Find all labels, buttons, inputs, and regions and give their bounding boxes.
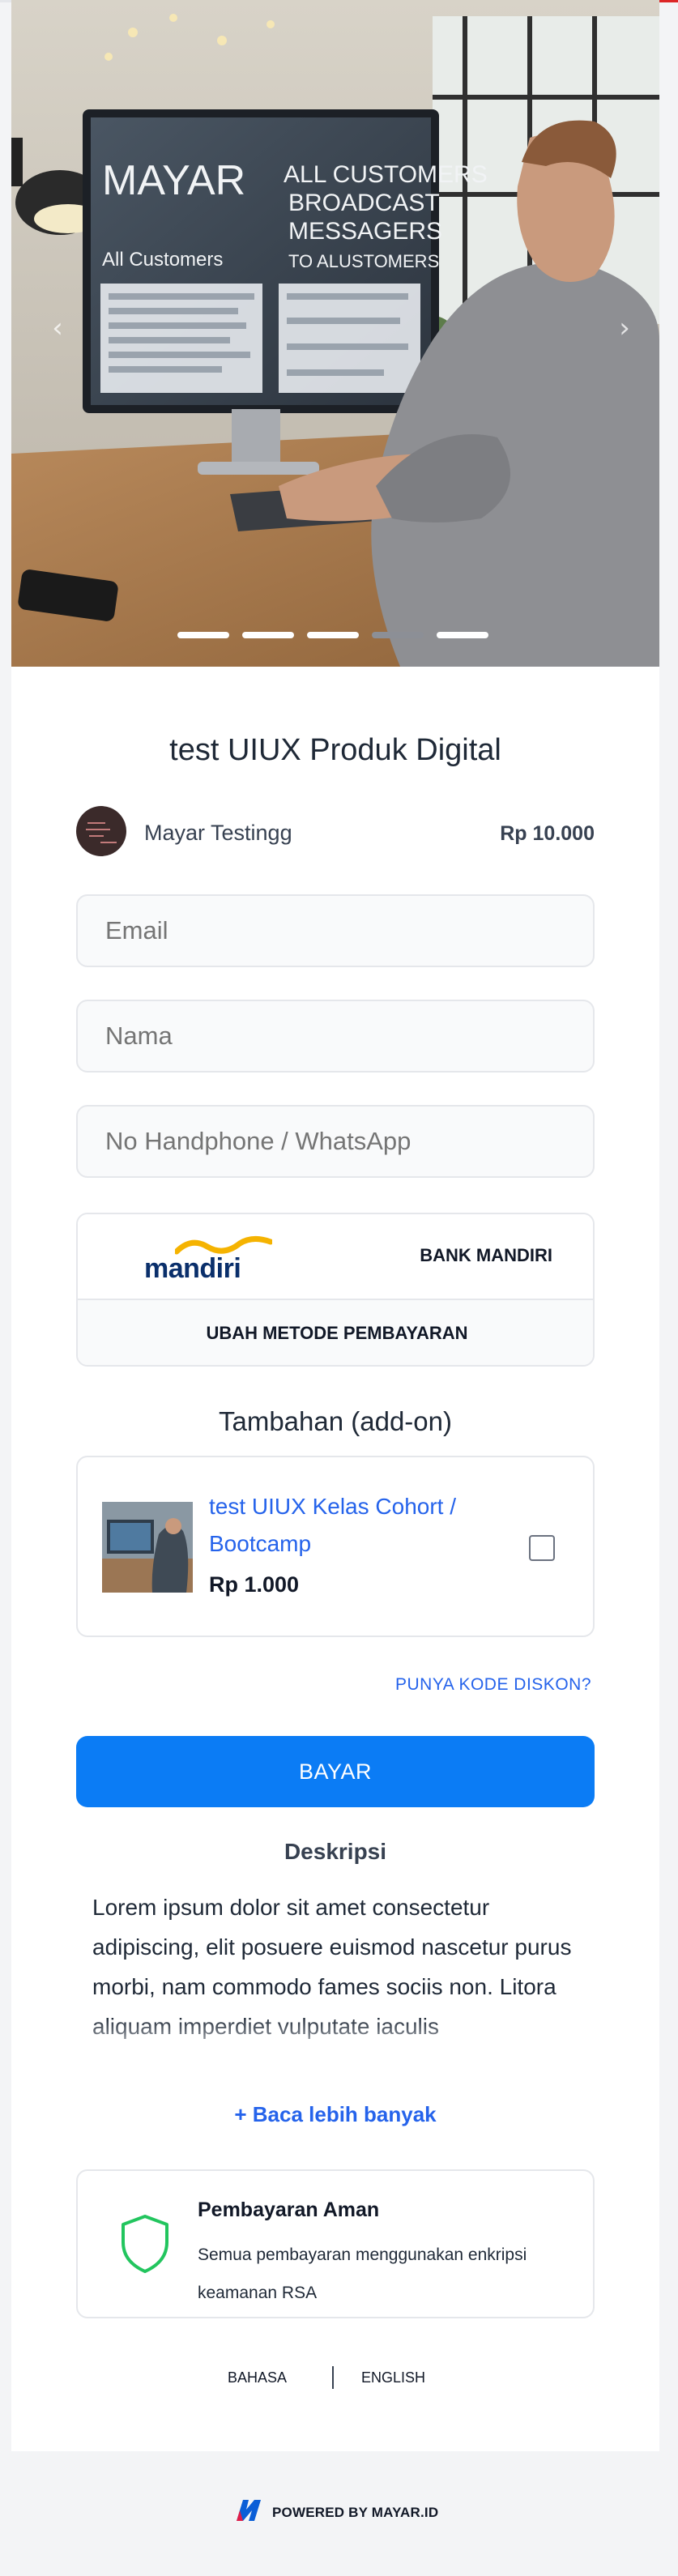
powered-by-footer[interactable]: POWERED BY MAYAR.ID — [0, 2498, 678, 2523]
discount-code-link[interactable]: PUNYA KODE DISKON? — [395, 1675, 591, 1695]
description-fade — [84, 2017, 595, 2074]
carousel-dot-5[interactable] — [437, 632, 488, 638]
powered-by-text: POWERED BY MAYAR.ID — [272, 2505, 439, 2520]
monitor-left-text: All Customers — [102, 249, 223, 271]
secure-text: Semua pembayaran menggunakan enkripsi ke… — [198, 2245, 527, 2302]
name-field[interactable] — [76, 1000, 595, 1073]
language-divider — [332, 2366, 334, 2389]
addon-checkbox[interactable] — [529, 1535, 555, 1561]
language-switcher: BAHASA ENGLISH — [11, 2366, 659, 2390]
hero-image: MAYAR All Customers ALL CUSTOMERS BROADC… — [11, 0, 659, 667]
addon-name-link[interactable]: test UIUX Kelas Cohort / Bootcamp — [209, 1488, 484, 1563]
bank-name: BANK MANDIRI — [420, 1245, 552, 1265]
change-payment-button[interactable]: UBAH METODE PEMBAYARAN — [78, 1300, 593, 1365]
secure-payment-box: Pembayaran Aman Semua pembayaran menggun… — [76, 2169, 595, 2318]
read-more-link[interactable]: + Baca lebih banyak — [11, 2102, 659, 2127]
monitor-brand: MAYAR — [102, 157, 245, 204]
svg-text:TO ALUSTOMERS: TO ALUSTOMERS — [288, 251, 439, 271]
selected-bank[interactable]: mandiri BANK MANDIRI — [78, 1214, 593, 1300]
phone-field[interactable] — [76, 1105, 595, 1178]
mayar-logo-icon — [237, 2500, 261, 2521]
language-bahasa[interactable]: BAHASA — [228, 2369, 287, 2386]
product-title: test UIUX Produk Digital — [169, 733, 501, 767]
product-price: Rp 10.000 — [500, 822, 595, 845]
addon-price: Rp 1.000 — [209, 1572, 300, 1597]
seller-row: Mayar Testingg Rp 10.000 — [76, 806, 595, 858]
carousel-dot-3[interactable] — [307, 632, 359, 638]
bank-logo-text: mandiri — [144, 1253, 241, 1284]
carousel-dot-2[interactable] — [242, 632, 294, 638]
carousel-next-icon[interactable]: › — [612, 312, 637, 344]
mandiri-logo: mandiri — [144, 1234, 282, 1284]
seller-avatar — [76, 806, 126, 856]
addon-section-title: Tambahan (add-on) — [218, 1406, 452, 1436]
svg-text:MESSAGERS: MESSAGERS — [288, 218, 442, 245]
carousel-prev-icon[interactable]: ‹ — [45, 312, 70, 344]
addon-card[interactable]: test UIUX Kelas Cohort / Bootcamp Rp 1.0… — [76, 1456, 595, 1637]
svg-text:ALL CUSTOMERS: ALL CUSTOMERS — [284, 161, 488, 188]
checkout-card: MAYAR All Customers ALL CUSTOMERS BROADC… — [11, 0, 659, 2451]
carousel-indicators — [177, 632, 501, 640]
description-title: Deskripsi — [284, 1839, 387, 1864]
payment-method-box: mandiri BANK MANDIRI UBAH METODE PEMBAYA… — [76, 1213, 595, 1367]
carousel-dot-4[interactable] — [372, 632, 424, 638]
carousel-dot-1[interactable] — [177, 632, 229, 638]
svg-text:BROADCAST: BROADCAST — [288, 190, 440, 216]
email-field[interactable] — [76, 894, 595, 967]
secure-title: Pembayaran Aman — [198, 2199, 380, 2221]
pay-button[interactable]: BAYAR — [76, 1736, 595, 1807]
shield-icon — [122, 2215, 168, 2273]
seller-name: Mayar Testingg — [144, 821, 292, 845]
hero-carousel[interactable]: MAYAR All Customers ALL CUSTOMERS BROADC… — [11, 0, 659, 667]
addon-thumbnail — [102, 1502, 193, 1593]
language-english[interactable]: ENGLISH — [361, 2369, 425, 2386]
